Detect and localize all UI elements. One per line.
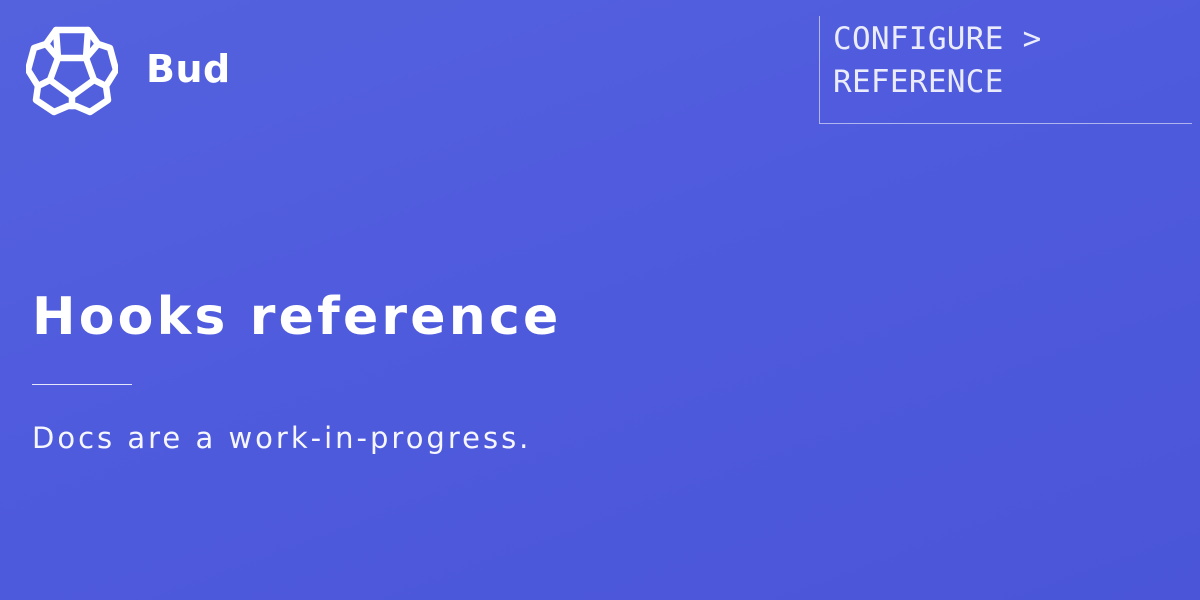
title-divider — [32, 384, 132, 385]
breadcrumb-item-configure[interactable]: CONFIGURE > — [833, 18, 1042, 61]
page-subtitle: Docs are a work-in-progress. — [32, 421, 532, 455]
page-title: Hooks reference — [32, 287, 562, 347]
honeycomb-logo-icon — [26, 26, 118, 116]
brand-name: Bud — [146, 47, 231, 91]
breadcrumb-item-reference[interactable]: REFERENCE — [833, 61, 1042, 104]
breadcrumb: CONFIGURE > REFERENCE — [819, 16, 1192, 124]
brand[interactable]: Bud — [26, 26, 231, 116]
